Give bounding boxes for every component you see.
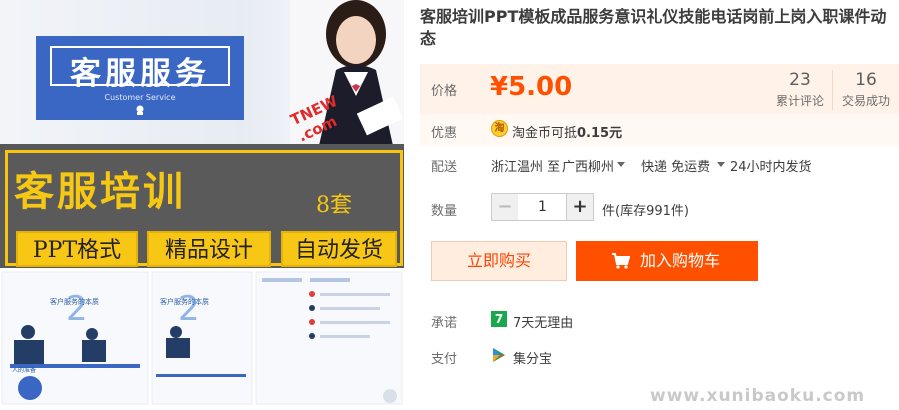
ship-to-select[interactable]: 广西柳州 xyxy=(562,156,614,175)
svg-text:2: 2 xyxy=(66,289,88,329)
svg-text:客户服务的本质: 客户服务的本质 xyxy=(50,297,99,306)
banner-title: 客服服务 xyxy=(70,56,210,92)
taobao-coin-icon: 淘 xyxy=(491,120,508,137)
add-to-cart-button[interactable]: 加入购物车 xyxy=(576,241,758,281)
slides-collage: 2 客户服务的本质 人的准备 2 客户服务的本质 xyxy=(0,268,404,410)
product-info-panel: 客服培训PPT模板成品服务意识礼仪技能电话岗前上岗入职课件动态 价格 ¥5.00… xyxy=(420,0,899,410)
reviews-stat[interactable]: 23 累计评论 xyxy=(770,70,830,109)
site-watermark: www.xunibaoku.com xyxy=(650,386,866,406)
quantity-decrease-button[interactable]: − xyxy=(491,193,519,221)
svg-text:人的准备: 人的准备 xyxy=(12,366,36,374)
promo-panel: 优惠 淘 淘金币可抵0.15元 xyxy=(420,114,899,146)
pill-format: PPT格式 xyxy=(16,231,138,267)
banner-subtitle: Customer Service xyxy=(104,93,176,102)
price-value: ¥5.00 xyxy=(490,72,573,102)
sales-label: 交易成功 xyxy=(841,94,890,108)
payment-label: 支付 xyxy=(431,352,458,367)
svg-text:2: 2 xyxy=(178,289,200,329)
promo-amount: 0.15元 xyxy=(577,126,623,141)
reviews-label: 累计评论 xyxy=(775,94,824,108)
price-panel: 价格 ¥5.00 23 累计评论 16 交易成功 xyxy=(420,64,899,114)
promo-text: 淘金币可抵0.15元 xyxy=(512,126,623,141)
set-count: 8套 xyxy=(316,193,352,218)
pill-delivery: 自动发货 xyxy=(281,231,397,267)
promise-text[interactable]: 7天无理由 xyxy=(513,312,573,331)
image-top-section: 客服服务 Customer Service TNEW .com xyxy=(0,0,404,150)
image-middle-band: 客服培训 8套 PPT格式 精品设计 自动发货 xyxy=(0,144,404,270)
stock-text: 件(库存991件) xyxy=(602,204,689,219)
price-label: 价格 xyxy=(431,84,458,99)
shipping-label: 配送 xyxy=(431,160,458,175)
ship-from: 浙江温州 至 xyxy=(491,160,561,175)
promo-label: 优惠 xyxy=(431,126,458,141)
quantity-increase-button[interactable]: + xyxy=(566,193,594,221)
main-title: 客服培训 xyxy=(14,169,186,215)
buy-now-button[interactable]: 立即购买 xyxy=(431,241,567,281)
sales-stat: 16 交易成功 xyxy=(836,70,896,109)
pill-design: 精品设计 xyxy=(147,231,271,267)
reviews-count: 23 xyxy=(789,70,811,90)
payment-text[interactable]: 集分宝 xyxy=(513,348,552,367)
headset-icon xyxy=(136,105,144,115)
svg-text:客户服务的本质: 客户服务的本质 xyxy=(160,297,209,306)
image-slides-preview: 2 客户服务的本质 人的准备 2 客户服务的本质 xyxy=(0,268,404,410)
promise-label: 承诺 xyxy=(431,316,458,331)
add-to-cart-label: 加入购物车 xyxy=(640,251,721,270)
ship-method-select[interactable]: 快递 免运费 xyxy=(641,156,710,175)
quantity-input[interactable]: 1 xyxy=(518,193,567,221)
sales-count: 16 xyxy=(855,70,877,90)
banner-card: 客服服务 Customer Service xyxy=(36,36,244,120)
product-title[interactable]: 客服培训PPT模板成品服务意识礼仪技能电话岗前上岗入职课件动态 xyxy=(420,6,896,50)
jifenbao-icon xyxy=(493,348,505,362)
seven-day-return-icon: 7 xyxy=(491,311,507,327)
product-main-image[interactable]: 客服服务 Customer Service TNEW .com 客服培训 8套 … xyxy=(0,0,404,410)
quantity-label: 数量 xyxy=(431,204,458,219)
cart-icon xyxy=(612,253,630,269)
chevron-down-icon[interactable] xyxy=(617,162,625,167)
shipping-row: 配送 浙江温州 至 广西柳州 快递 免运费 24小时内发货 xyxy=(420,152,899,178)
chevron-down-icon[interactable] xyxy=(717,162,725,167)
stat-divider xyxy=(832,70,833,110)
dispatch-time: 24小时内发货 xyxy=(730,160,812,175)
